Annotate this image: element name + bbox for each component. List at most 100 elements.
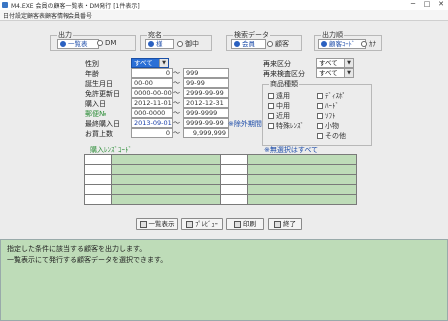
grid-cell[interactable]: [220, 164, 248, 175]
age-from-input[interactable]: 0: [131, 68, 173, 78]
gender-select[interactable]: すべて ▼: [131, 58, 169, 68]
checkbox: [317, 113, 323, 119]
radio-dot: [267, 41, 273, 47]
menu-item-member-no[interactable]: 会員番号: [68, 11, 92, 20]
birthday-from-input[interactable]: 00-00: [131, 78, 173, 88]
grid-cell[interactable]: [84, 164, 112, 175]
checkbox: [317, 103, 323, 109]
license-to-input[interactable]: 2999-99-99: [183, 88, 229, 98]
grid-cell[interactable]: [84, 194, 112, 205]
grid-row: [84, 184, 357, 195]
checkbox: [317, 133, 323, 139]
last-purchase-label: 最終購入日: [85, 120, 120, 128]
grid-row: [84, 174, 357, 185]
grid-cell[interactable]: [84, 184, 112, 195]
purchase-date-label: 購入日: [85, 100, 106, 108]
grid-cell[interactable]: [111, 164, 221, 175]
grid-cell[interactable]: [111, 174, 221, 185]
count-to-input[interactable]: 9,999,999: [183, 128, 229, 138]
birthday-to-input[interactable]: 99-99: [183, 78, 229, 88]
app-icon: [2, 2, 8, 8]
postal-from-input[interactable]: 000-0000: [131, 108, 173, 118]
age-label: 年齢: [85, 70, 99, 78]
order-group: 出力順 顧客ｺｰﾄﾞ ｶﾅ: [314, 30, 382, 51]
product-check-special-lens[interactable]: 特殊ﾚﾝｽﾞ: [268, 121, 304, 131]
exit-button[interactable]: 終了: [268, 218, 302, 230]
regular-exam-select[interactable]: すべて ▼: [316, 68, 354, 78]
last-purchase-from-input[interactable]: 2013-09-01: [131, 118, 173, 128]
grid-cell[interactable]: [247, 164, 357, 175]
checkbox: [268, 103, 274, 109]
maximize-button[interactable]: □: [420, 0, 434, 9]
output-group: 出力 一覧表 DM: [50, 30, 136, 51]
grid-cell[interactable]: [220, 184, 248, 195]
order-radio-code[interactable]: 顧客ｺｰﾄﾞ: [318, 39, 366, 49]
preview-button[interactable]: ﾌﾟﾚﾋﾞｭｰ: [181, 218, 223, 230]
radio-dot: [361, 41, 367, 47]
product-check-other[interactable]: その他: [317, 131, 346, 141]
license-from-input[interactable]: 0000-00-00: [131, 88, 173, 98]
product-check-mid[interactable]: 中用: [268, 101, 290, 111]
lens-code-grid: [84, 154, 357, 205]
grid-cell[interactable]: [111, 194, 221, 205]
regular-type-label: 再来区分: [263, 60, 291, 68]
range-tilde: 〜: [173, 99, 180, 107]
print-button[interactable]: 印刷: [226, 218, 264, 230]
menu-item-customer-info[interactable]: 顧客情報: [45, 11, 69, 20]
radio-dot: [321, 41, 327, 47]
checkbox: [268, 93, 274, 99]
minimize-button[interactable]: ─: [406, 0, 420, 9]
search-radio-member[interactable]: 会員: [231, 39, 266, 49]
product-check-near[interactable]: 近用: [268, 111, 290, 121]
grid-cell[interactable]: [220, 174, 248, 185]
grid-cell[interactable]: [111, 184, 221, 195]
exclusion-note: ※除外期間: [228, 120, 262, 128]
postal-to-input[interactable]: 999-9999: [183, 108, 229, 118]
honorific-radio-sama[interactable]: 様: [145, 39, 174, 49]
status-line-1: 指定した条件に該当する顧客を出力します。: [7, 245, 147, 253]
status-message-box: 指定した条件に該当する顧客を出力します。 一覧表示にて発行する顧客データを選択で…: [0, 239, 448, 321]
grid-row: [84, 164, 357, 175]
main-panel: 出力 一覧表 DM 宛名 様 御中 検索データ 会員 顧客 出力順 顧客ｺｰﾄﾞ…: [0, 21, 448, 321]
chevron-down-icon: ▼: [344, 59, 353, 67]
grid-cell[interactable]: [220, 194, 248, 205]
menu-item-customer-table[interactable]: 顧客表: [27, 11, 45, 20]
purchase-count-label: お買上数: [85, 130, 113, 138]
grid-cell[interactable]: [247, 184, 357, 195]
age-to-input[interactable]: 999: [183, 68, 229, 78]
product-check-far[interactable]: 遠用: [268, 91, 290, 101]
list-display-button[interactable]: 一覧表示: [136, 218, 178, 230]
search-radio-customer[interactable]: 顧客: [267, 39, 289, 49]
order-radio-kana[interactable]: ｶﾅ: [361, 39, 376, 49]
count-from-input[interactable]: 0: [131, 128, 173, 138]
range-tilde: 〜: [173, 69, 180, 77]
product-check-hard[interactable]: ﾊｰﾄﾞ: [317, 101, 339, 111]
product-check-soft[interactable]: ｿﾌﾄ: [317, 111, 336, 121]
range-tilde: 〜: [173, 89, 180, 97]
grid-cell[interactable]: [84, 174, 112, 185]
radio-dot: [234, 41, 240, 47]
honorific-radio-onchu[interactable]: 御中: [177, 39, 199, 49]
grid-cell[interactable]: [111, 154, 221, 165]
purchase-to-input[interactable]: 2012-12-31: [183, 98, 229, 108]
regular-type-select[interactable]: すべて ▼: [316, 58, 354, 68]
purchase-from-input[interactable]: 2012-11-01: [131, 98, 173, 108]
menu-item-date[interactable]: 日付設定: [3, 11, 27, 20]
honorific-group: 宛名 様 御中: [140, 30, 212, 51]
birthday-label: 誕生月日: [85, 80, 113, 88]
grid-cell[interactable]: [247, 194, 357, 205]
output-radio-list[interactable]: 一覧表: [57, 39, 99, 49]
last-purchase-to-input[interactable]: 9999-99-99: [183, 118, 229, 128]
product-check-disposable[interactable]: ﾃﾞｨｽﾎﾟ: [317, 91, 346, 101]
grid-cell[interactable]: [247, 174, 357, 185]
license-renewal-label: 免許更新日: [85, 90, 120, 98]
grid-cell[interactable]: [84, 154, 112, 165]
close-window-button[interactable]: ✕: [434, 0, 448, 9]
product-check-accessory[interactable]: 小物: [317, 121, 339, 131]
grid-row: [84, 154, 357, 165]
preview-icon: [186, 220, 194, 228]
grid-cell[interactable]: [220, 154, 248, 165]
grid-cell[interactable]: [247, 154, 357, 165]
output-radio-dm[interactable]: DM: [97, 39, 116, 47]
gender-label: 性別: [85, 60, 99, 68]
